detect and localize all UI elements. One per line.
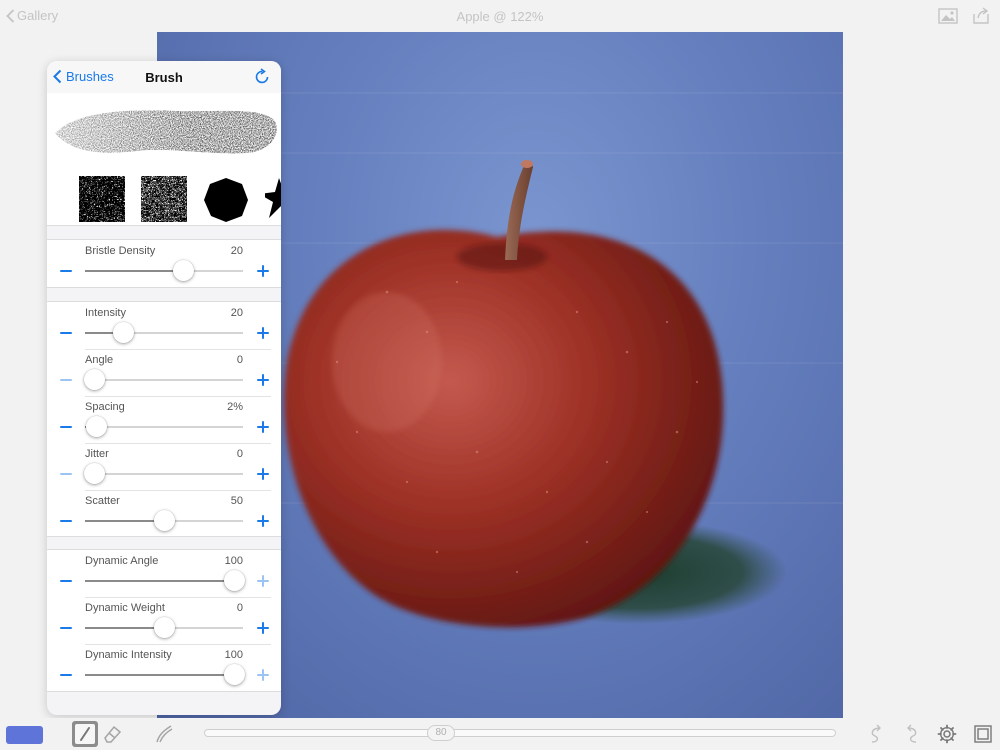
slider-track[interactable] [85,510,243,531]
slider-row: Spacing 2% [47,396,281,443]
slider-track[interactable] [85,617,243,638]
brush-icon [75,724,95,744]
minus-icon[interactable] [58,573,74,589]
slider-row: Scatter 50 [47,490,281,537]
slider-thumb[interactable] [172,260,194,281]
slider-fill [85,520,164,522]
slider-value: 20 [230,245,243,257]
slider-row: Dynamic Weight 0 [47,597,281,644]
slider-track[interactable] [85,260,243,281]
slider-row: Dynamic Intensity 100 [47,644,281,691]
image-icon[interactable] [937,6,959,26]
slider-thumb[interactable] [154,617,175,638]
brush-tool-button[interactable] [72,721,98,747]
slider-value: 100 [224,649,243,661]
panel-title: Brush [145,70,183,85]
slider-value: 0 [236,602,243,614]
minus-icon[interactable] [58,513,74,529]
panel-header: Brushes Brush [47,61,281,93]
slider-label: Jitter [85,448,109,460]
slider-label: Dynamic Weight [85,602,165,614]
plus-icon[interactable] [255,419,271,435]
plus-icon[interactable] [255,372,271,388]
slider-label: Angle [85,354,114,366]
slider-label: Intensity [85,307,126,319]
slider-fill [85,580,234,582]
undo-icon[interactable] [866,724,886,744]
slider-thumb[interactable] [84,463,106,484]
plus-icon[interactable] [255,325,271,341]
slider-label: Dynamic Intensity [85,649,172,661]
slider-value: 100 [224,555,243,567]
slider-value: 20 [230,307,243,319]
brush-shape-row [47,166,281,226]
star-icon[interactable] [265,176,281,222]
slider-row: Dynamic Angle 100 [47,550,281,597]
slider-label: Dynamic Angle [85,555,159,567]
slider-value: 0 [236,448,243,460]
brush-size-thumb[interactable]: 80 [427,725,455,741]
settings-group-bristles: Bristle Density 20 [47,239,281,288]
plus-icon[interactable] [255,466,271,482]
plus-icon[interactable] [255,620,271,636]
slider-track[interactable] [84,369,243,390]
brush-settings-panel: Brushes Brush Bristle Density 20 Intensi… [47,61,281,715]
slider-row: Intensity 20 [47,302,281,349]
brush-stroke-preview [47,93,281,174]
octagon-icon[interactable] [203,176,249,222]
brush-size-slider[interactable]: 80 [204,725,836,741]
settings-group-dynamics: Dynamic Angle 100 Dynamic Weight 0 Dynamic I… [47,549,281,692]
share-icon[interactable] [970,6,992,26]
top-bar: Gallery Apple @ 122% [0,0,1000,32]
gear-icon[interactable] [937,724,957,744]
bottom-toolbar: 80 [0,718,1000,750]
slider-thumb[interactable] [223,664,245,685]
slider-label: Bristle Density [85,245,156,257]
minus-icon[interactable] [58,466,74,482]
slider-row: Jitter 0 [47,443,281,490]
slider-fill [85,674,234,676]
noise-texture-icon[interactable] [141,176,187,222]
redo-icon[interactable] [902,724,922,744]
document-title: Apple @ 122% [456,9,544,24]
eraser-icon [104,725,122,743]
plus-icon[interactable] [255,573,271,589]
slider-thumb[interactable] [86,416,108,437]
slider-value: 50 [230,495,243,507]
smudge-tool-button[interactable] [151,721,177,747]
slider-thumb[interactable] [154,510,175,531]
slider-value: 2% [227,401,243,413]
minus-icon[interactable] [58,372,74,388]
slider-track[interactable] [84,463,243,484]
slider-fill [85,627,164,629]
minus-icon[interactable] [58,325,74,341]
slider-thumb[interactable] [223,570,245,591]
slider-value: 0 [236,354,243,366]
plus-icon[interactable] [255,667,271,683]
settings-group-stroke: Intensity 20 Angle 0 Spacing 2% Jitter 0 Scatter… [47,301,281,537]
slider-thumb[interactable] [84,369,106,390]
slider-track[interactable] [85,570,245,591]
plus-icon[interactable] [255,513,271,529]
slider-label: Scatter [85,495,120,507]
slider-fill [85,270,183,272]
plus-icon[interactable] [255,263,271,279]
minus-icon[interactable] [58,419,74,435]
eraser-tool-button[interactable] [100,721,126,747]
minus-icon[interactable] [58,620,74,636]
slider-track[interactable] [85,322,243,343]
slider-track[interactable] [85,664,245,685]
slider-row: Bristle Density 20 [47,240,281,287]
layers-icon[interactable] [973,724,993,744]
minus-icon[interactable] [58,263,74,279]
color-swatch-button[interactable] [6,726,43,744]
slider-label: Spacing [85,401,125,413]
slider-row: Angle 0 [47,349,281,396]
noise-texture-icon[interactable] [79,176,125,222]
slider-thumb[interactable] [112,322,134,343]
minus-icon[interactable] [58,667,74,683]
refresh-icon[interactable] [254,68,271,85]
slider-track[interactable] [85,416,243,437]
smudge-icon [156,725,173,743]
